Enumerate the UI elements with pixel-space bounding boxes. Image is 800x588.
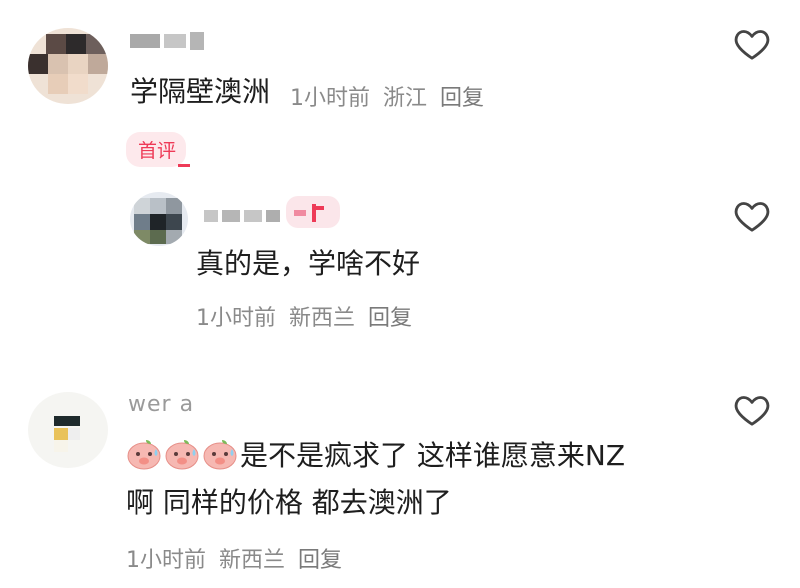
comment-author-name[interactable] [130, 32, 204, 50]
comment-location: 新西兰 [289, 306, 356, 331]
like-button[interactable] [732, 390, 772, 434]
avatar[interactable] [28, 392, 108, 468]
comment-text-line2: 啊 同样的价格 都去澳洲了 [126, 485, 452, 519]
avatar[interactable] [130, 192, 188, 246]
comment-location: 浙江 [383, 86, 428, 111]
first-comment-badge: 首评 [126, 132, 187, 167]
like-button[interactable] [732, 24, 772, 68]
comment-time: 1小时前 [196, 306, 276, 331]
avatar[interactable] [28, 28, 108, 104]
comment-text: 真的是，学啥不好 [196, 247, 421, 280]
comment-text-line1: 是不是疯求了 这样谁愿意来NZ [240, 439, 626, 472]
like-button[interactable] [732, 196, 772, 240]
comment-author-name[interactable] [204, 210, 280, 222]
reply-button[interactable]: 回复 [440, 86, 484, 111]
comment-meta: 1小时前 新西兰 回复 [196, 300, 418, 332]
reply-button[interactable]: 回复 [368, 306, 412, 331]
heart-outline-icon [734, 202, 770, 232]
comment-time: 1小时前 [126, 548, 206, 573]
pig-sweat-emoji [202, 437, 238, 483]
badge-underline [178, 164, 190, 167]
author-badge [286, 196, 340, 228]
comment-text: 是不是疯求了 这样谁愿意来NZ 啊 同样的价格 都去澳洲了 [126, 436, 716, 523]
comment-author-name[interactable]: wer a [128, 392, 194, 416]
reply-button[interactable]: 回复 [298, 548, 342, 573]
comment-meta: 1小时前 新西兰 回复 [126, 542, 348, 574]
comment-text: 学隔壁澳洲 [130, 75, 271, 108]
heart-outline-icon [734, 30, 770, 60]
comment-time: 1小时前 [290, 86, 370, 111]
comment-meta: 1小时前 浙江 回复 [290, 80, 490, 112]
comment-location: 新西兰 [219, 548, 286, 573]
pig-sweat-emoji [164, 437, 200, 483]
heart-outline-icon [734, 396, 770, 426]
emoji-group [126, 437, 238, 483]
pig-sweat-emoji [126, 437, 162, 483]
